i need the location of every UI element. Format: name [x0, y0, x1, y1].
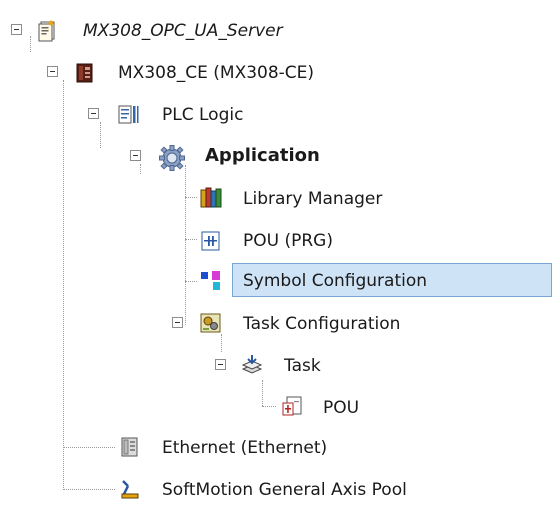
tree-item-pou[interactable]: POU	[0, 391, 400, 425]
tree-item-project[interactable]: MX308_OPC_UA_Server	[0, 14, 400, 48]
tree-item-label: Application	[205, 145, 320, 166]
task-icon	[240, 353, 264, 377]
collapse-toggle-icon[interactable]	[47, 66, 58, 77]
tree-item-label: POU (PRG)	[243, 231, 333, 251]
pou-prg-icon	[199, 229, 223, 253]
tree-item-label: SoftMotion General Axis Pool	[162, 480, 407, 500]
project-icon	[36, 19, 60, 43]
tree-item-pou-prg[interactable]: POU (PRG)	[0, 224, 400, 258]
tree-item-label: Ethernet (Ethernet)	[162, 438, 328, 458]
axis-pool-icon	[118, 477, 142, 501]
device-tree: MX308_OPC_UA_Server MX308_CE (MX308-CE)	[0, 0, 554, 500]
tree-item-label: POU	[323, 398, 360, 418]
collapse-toggle-icon[interactable]	[172, 317, 183, 328]
tree-item-label: Library Manager	[243, 189, 383, 209]
tree-item-label: PLC Logic	[162, 105, 244, 125]
tree-item-device[interactable]: MX308_CE (MX308-CE)	[0, 56, 400, 90]
tree-item-label: MX308_CE (MX308-CE)	[118, 63, 315, 83]
collapse-toggle-icon[interactable]	[215, 359, 226, 370]
tree-item-ethernet[interactable]: Ethernet (Ethernet)	[0, 431, 400, 465]
tree-item-symbol-configuration[interactable]: Symbol Configuration	[0, 264, 554, 298]
tree-item-task-configuration[interactable]: Task Configuration	[0, 307, 400, 341]
pou-icon	[280, 395, 304, 419]
ethernet-icon	[118, 435, 142, 459]
device-icon	[73, 61, 97, 85]
collapse-toggle-icon[interactable]	[11, 24, 22, 35]
tree-item-library-manager[interactable]: Library Manager	[0, 182, 400, 216]
tree-item-axis-pool[interactable]: SoftMotion General Axis Pool	[0, 473, 407, 507]
tree-item-application[interactable]: Application	[0, 140, 400, 174]
symbol-configuration-icon	[199, 268, 223, 292]
library-manager-icon	[199, 186, 223, 210]
tree-item-label: Task Configuration	[243, 314, 401, 334]
tree-item-label: Symbol Configuration	[243, 271, 428, 291]
tree-item-label: Task	[284, 356, 321, 376]
collapse-toggle-icon[interactable]	[88, 108, 99, 119]
application-gear-icon	[158, 144, 186, 172]
collapse-toggle-icon[interactable]	[130, 150, 141, 161]
plc-logic-icon	[116, 103, 140, 127]
task-configuration-icon	[199, 311, 223, 335]
tree-item-label: MX308_OPC_UA_Server	[83, 21, 283, 41]
tree-item-task[interactable]: Task	[0, 349, 400, 383]
tree-item-plc-logic[interactable]: PLC Logic	[0, 98, 400, 132]
